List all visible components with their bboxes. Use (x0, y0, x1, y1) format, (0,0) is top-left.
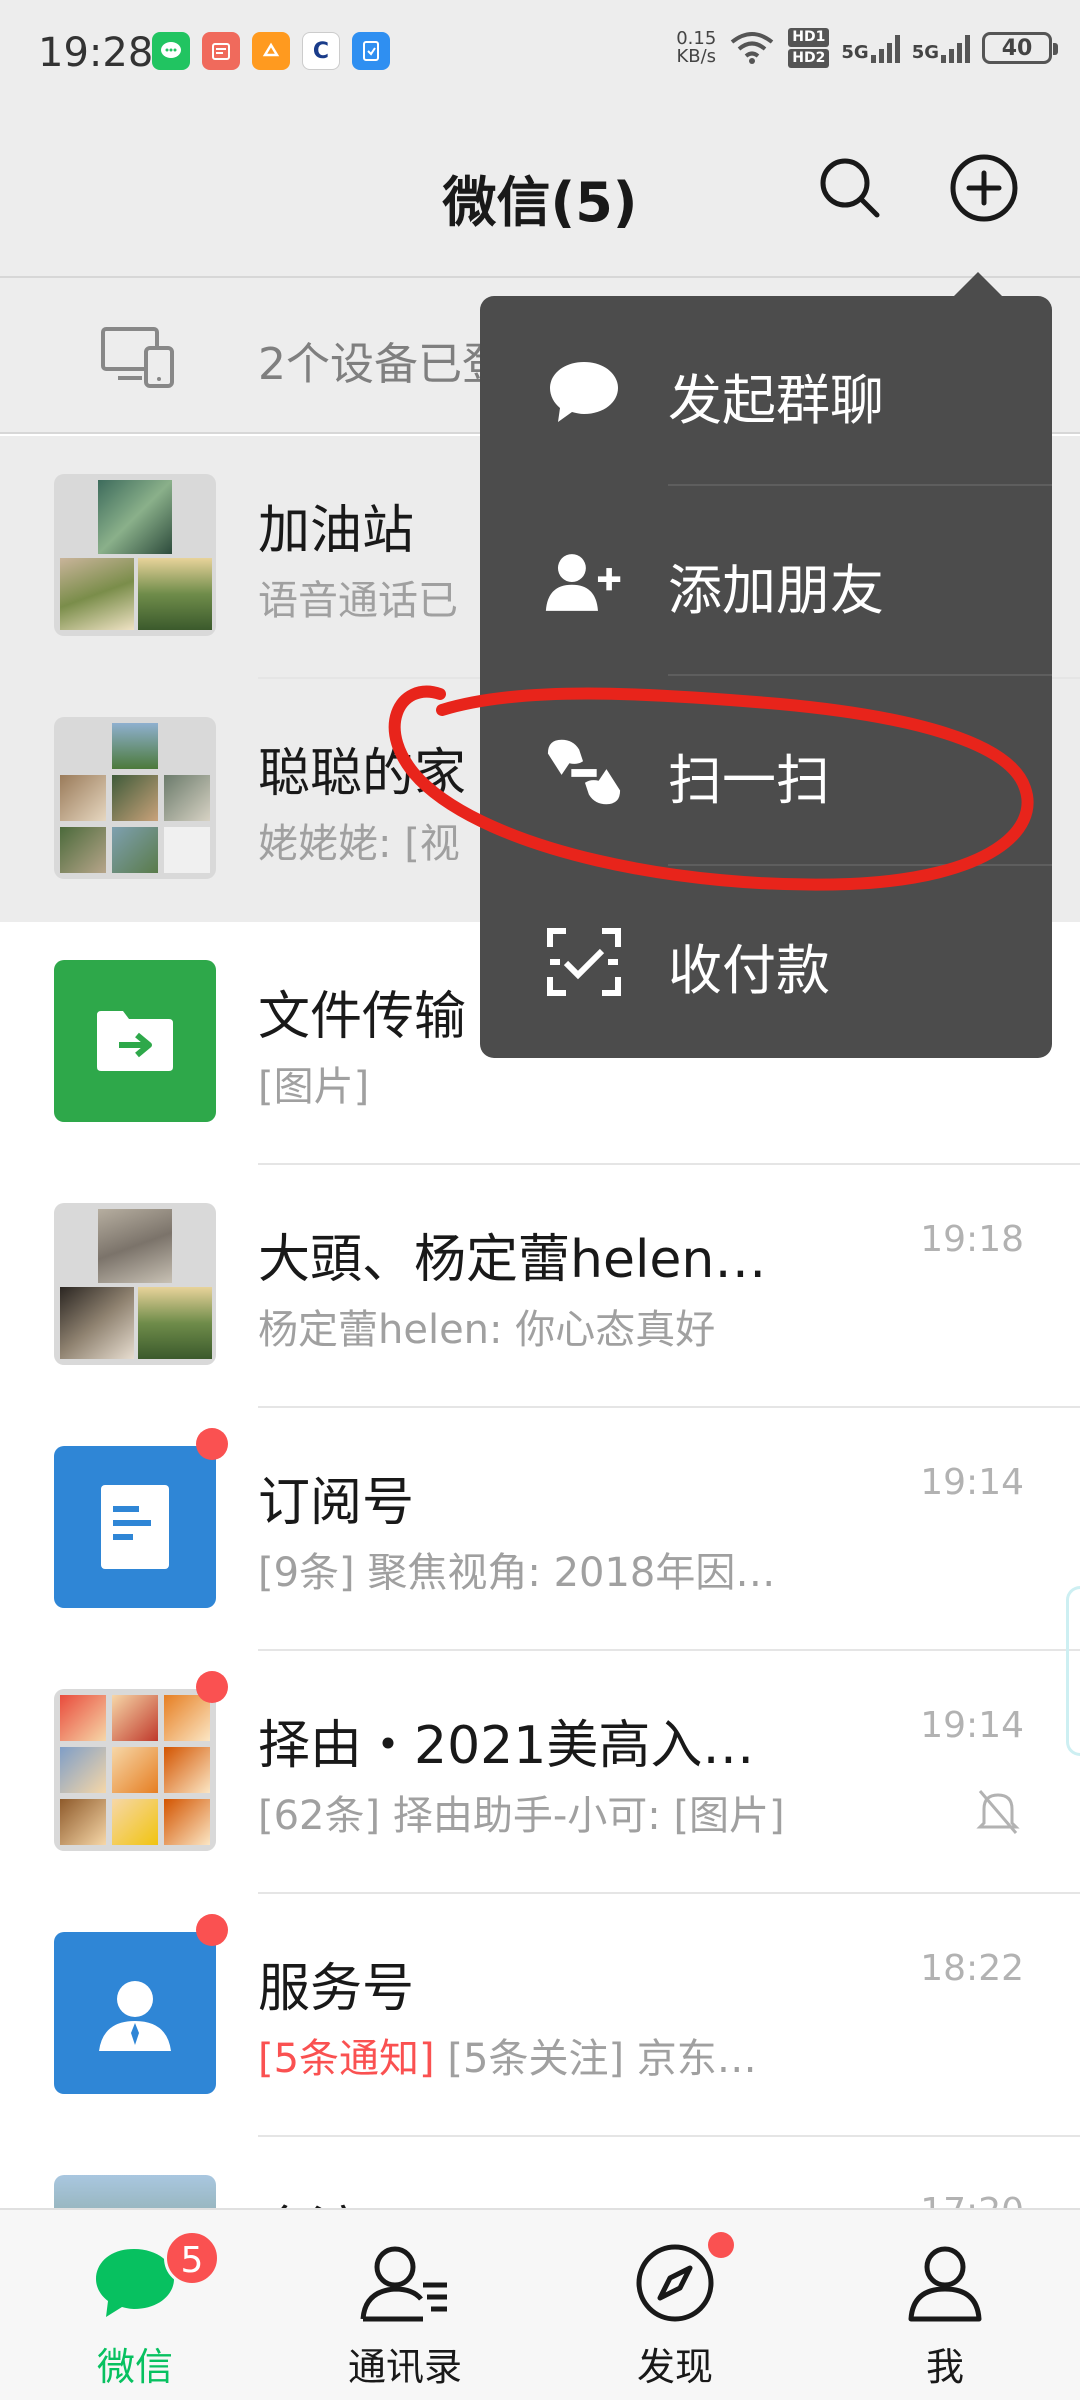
chat-name: 服务号 (258, 1959, 415, 2019)
service-accounts-avatar (54, 1932, 216, 2094)
chat-preview: [62条] 择由助手-小可: [图片] (258, 1793, 785, 1839)
tab-discover[interactable]: 发现 (540, 2210, 810, 2402)
chat-preview: 杨定蕾helen: 你心态真好 (258, 1307, 716, 1353)
menu-item-group-chat[interactable]: 发起群聊 (480, 296, 1052, 486)
discover-dot (708, 2232, 734, 2258)
system-indicators: 0.15 KB/s HD1 HD2 5G 5G 40 (676, 28, 1058, 68)
payment-icon (544, 922, 624, 1002)
signal-bars-icon (870, 33, 900, 63)
speed-unit: KB/s (676, 46, 717, 67)
group-avatar (54, 1689, 216, 1851)
unread-dot (196, 1914, 228, 1946)
chat-time: 19:14 (920, 1462, 1024, 1503)
me-icon (810, 2238, 1080, 2328)
network-speed: 0.15 KB/s (676, 30, 716, 66)
discover-icon (540, 2238, 810, 2328)
calendar-app-icon (202, 32, 240, 70)
chat-preview-text: [5条关注] 京东… (434, 2036, 757, 2082)
chat-name: 加油站 (258, 501, 415, 561)
search-button[interactable] (812, 150, 888, 226)
chats-icon (0, 2238, 270, 2328)
subscriptions-avatar (54, 1446, 216, 1608)
pay-app-icon (252, 32, 290, 70)
signal-sim1: 5G (841, 33, 900, 63)
group-avatar (54, 717, 216, 879)
signal-sim2: 5G (912, 33, 970, 63)
status-time: 19:28 (38, 30, 154, 76)
unread-badge: 5 (164, 2230, 220, 2286)
file-transfer-avatar (54, 960, 216, 1122)
chat-name: 文件传输 (258, 987, 467, 1047)
net1-label: 5G (841, 42, 869, 63)
hd2-label: HD2 (788, 49, 830, 68)
mute-bell-icon (976, 1790, 1020, 1834)
menu-label: 添加朋友 (668, 559, 884, 622)
tab-contacts[interactable]: 通讯录 (270, 2210, 540, 2402)
docs-app-icon (352, 32, 390, 70)
chat-name: 择由・2021美高入… (258, 1716, 755, 1776)
person-icon (99, 1981, 171, 2051)
app-header: 微信(5) (0, 110, 1080, 278)
chat-time: 19:14 (920, 1705, 1024, 1746)
tab-label: 我 (925, 2345, 964, 2389)
chat-time: 19:18 (920, 1219, 1024, 1260)
unread-dot (196, 1428, 228, 1460)
group-avatar (54, 1203, 216, 1365)
tab-me[interactable]: 我 (810, 2210, 1080, 2402)
plus-circle-icon (950, 154, 1018, 222)
chat-item-group-helen[interactable]: 大頭、杨定蕾helen… 杨定蕾helen: 你心态真好 19:18 (0, 1165, 1080, 1408)
notification-icons: C (152, 32, 390, 70)
status-bar: 19:28 C 0.15 KB/s HD1 HD2 5G 5G 40 (0, 0, 1080, 110)
battery-icon: 40 (982, 32, 1058, 64)
document-icon (101, 1485, 169, 1569)
menu-label: 发起群聊 (668, 369, 884, 432)
battery-level: 40 (1001, 35, 1033, 61)
search-icon (820, 158, 880, 218)
chat-item-zeyou-group[interactable]: 择由・2021美高入… [62条] 择由助手-小可: [图片] 19:14 (0, 1651, 1080, 1894)
tab-chats[interactable]: 5 微信 (0, 2210, 270, 2402)
add-menu-button[interactable] (946, 150, 1022, 226)
chat-item-service-accounts[interactable]: 服务号 [5条通知] [5条关注] 京东… 18:22 (0, 1894, 1080, 2137)
browser-app-icon: C (302, 32, 340, 70)
chat-name: 订阅号 (258, 1473, 415, 1533)
chat-preview: [9条] 聚焦视角: 2018年因… (258, 1550, 776, 1596)
chat-preview: [5条通知] [5条关注] 京东… (258, 2026, 757, 2084)
menu-item-add-friend[interactable]: 添加朋友 (480, 486, 1052, 676)
notification-count: [5条通知] (258, 2036, 435, 2082)
floating-edge-handle[interactable] (1066, 1586, 1080, 1756)
devices-icon (101, 327, 174, 388)
menu-pointer (952, 272, 1004, 298)
tab-label: 发现 (636, 2345, 713, 2389)
chat-item-subscriptions[interactable]: 订阅号 [9条] 聚焦视角: 2018年因… 19:14 (0, 1408, 1080, 1651)
hd1-label: HD1 (788, 28, 830, 47)
hd-indicator: HD1 HD2 (788, 28, 830, 68)
add-friend-icon (544, 542, 624, 622)
chat-preview: [图片] (258, 1064, 370, 1110)
chat-bubble-icon (544, 352, 624, 432)
tab-label: 通讯录 (347, 2345, 462, 2389)
chat-time: 18:22 (920, 1948, 1024, 1989)
messages-app-icon (152, 32, 190, 70)
folder-arrow-icon (97, 1011, 173, 1071)
bottom-tab-bar: 5 微信 通讯录 发现 我 (0, 2208, 1080, 2400)
tab-label: 微信 (96, 2345, 173, 2389)
page-title: 微信(5) (442, 171, 638, 234)
group-avatar (54, 474, 216, 636)
chat-preview: 语音通话已 (258, 578, 458, 624)
menu-label: 收付款 (668, 939, 830, 1002)
net2-label: 5G (911, 42, 939, 63)
device-banner-text: 2个设备已登 (258, 339, 506, 390)
contacts-icon (270, 2238, 540, 2328)
chat-name: 大頭、杨定蕾helen… (258, 1230, 767, 1290)
unread-dot (196, 1671, 228, 1703)
signal-bars-icon (941, 33, 970, 63)
red-circle-annotation (388, 685, 1034, 891)
wifi-icon (731, 32, 774, 64)
